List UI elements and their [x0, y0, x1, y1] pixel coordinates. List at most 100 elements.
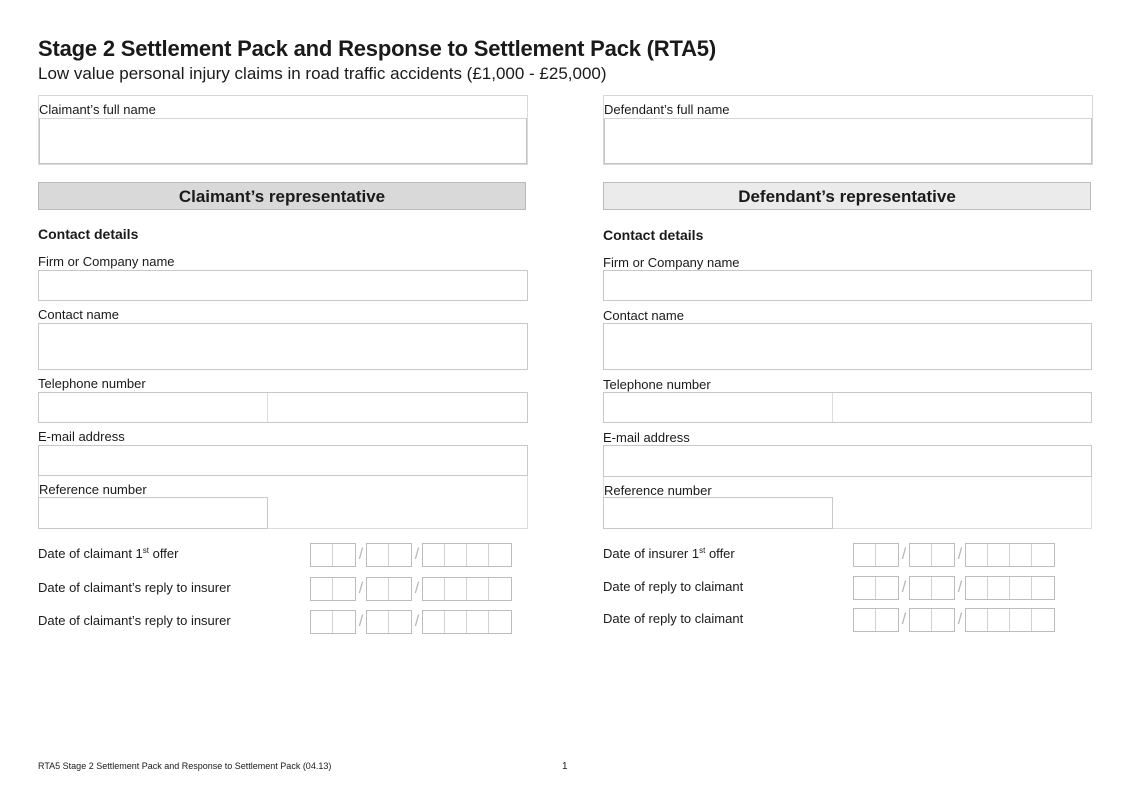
digit-box[interactable] — [311, 611, 333, 633]
digit-box[interactable] — [988, 609, 1010, 631]
digit-box[interactable] — [389, 578, 411, 600]
defendant-firm-input[interactable] — [603, 270, 1092, 301]
month-field[interactable] — [366, 610, 412, 634]
claimant-email-input[interactable] — [38, 445, 528, 476]
digit-box[interactable] — [966, 544, 988, 566]
digit-box[interactable] — [932, 577, 954, 599]
digit-box[interactable] — [311, 544, 333, 566]
defendant-email-input[interactable] — [603, 445, 1092, 477]
month-field[interactable] — [909, 608, 955, 632]
digit-box[interactable] — [932, 544, 954, 566]
defendant-contact-name-input[interactable] — [603, 323, 1092, 370]
claimant-date-label: Date of claimant 1st offer — [38, 546, 178, 561]
digit-box[interactable] — [389, 611, 411, 633]
digit-box[interactable] — [445, 578, 467, 600]
day-field[interactable] — [853, 543, 899, 567]
digit-box[interactable] — [876, 609, 898, 631]
claimant-full-name-label: Claimant’s full name — [39, 102, 156, 117]
digit-box[interactable] — [467, 611, 489, 633]
digit-box[interactable] — [966, 577, 988, 599]
digit-box[interactable] — [367, 544, 389, 566]
digit-box[interactable] — [311, 578, 333, 600]
day-field[interactable] — [310, 577, 356, 601]
day-field[interactable] — [310, 610, 356, 634]
defendant-email-label: E-mail address — [603, 430, 690, 445]
digit-box[interactable] — [333, 544, 355, 566]
digit-box[interactable] — [445, 544, 467, 566]
digit-box[interactable] — [1010, 544, 1032, 566]
digit-box[interactable] — [966, 609, 988, 631]
digit-box[interactable] — [1032, 544, 1054, 566]
digit-box[interactable] — [467, 578, 489, 600]
month-field[interactable] — [909, 576, 955, 600]
date-label-suffix: offer — [149, 546, 179, 561]
claimant-reference-section: Reference number — [38, 476, 528, 529]
claimant-firm-input[interactable] — [38, 270, 528, 301]
year-field[interactable] — [965, 576, 1055, 600]
digit-box[interactable] — [423, 578, 445, 600]
date-separator: / — [901, 611, 907, 628]
digit-box[interactable] — [876, 544, 898, 566]
defendant-reference-section: Reference number — [603, 477, 1092, 529]
claimant-reference-input[interactable] — [38, 497, 268, 529]
digit-box[interactable] — [423, 611, 445, 633]
digit-box[interactable] — [932, 609, 954, 631]
digit-box[interactable] — [389, 544, 411, 566]
day-field[interactable] — [853, 608, 899, 632]
date-input: / / — [310, 543, 512, 567]
month-field[interactable] — [366, 543, 412, 567]
digit-box[interactable] — [1010, 609, 1032, 631]
digit-box[interactable] — [423, 544, 445, 566]
digit-box[interactable] — [367, 578, 389, 600]
digit-box[interactable] — [910, 609, 932, 631]
date-separator: / — [901, 546, 907, 563]
claimant-telephone-input[interactable] — [38, 392, 528, 423]
claimant-reference-label: Reference number — [39, 482, 147, 497]
day-field[interactable] — [853, 576, 899, 600]
defendant-full-name-section: Defendant’s full name — [603, 95, 1093, 165]
month-field[interactable] — [366, 577, 412, 601]
defendant-reference-label: Reference number — [604, 483, 712, 498]
digit-box[interactable] — [489, 611, 511, 633]
year-field[interactable] — [422, 577, 512, 601]
digit-box[interactable] — [988, 544, 1010, 566]
date-input: / / — [853, 543, 1055, 567]
digit-box[interactable] — [333, 578, 355, 600]
defendant-firm-label: Firm or Company name — [603, 255, 740, 270]
digit-box[interactable] — [910, 577, 932, 599]
claimant-firm-label: Firm or Company name — [38, 254, 175, 269]
claimant-date-row: Date of claimant’s reply to insurer / / — [38, 577, 528, 601]
digit-box[interactable] — [1010, 577, 1032, 599]
claimant-full-name-input[interactable] — [39, 118, 527, 164]
year-field[interactable] — [965, 608, 1055, 632]
digit-box[interactable] — [910, 544, 932, 566]
digit-box[interactable] — [445, 611, 467, 633]
day-field[interactable] — [310, 543, 356, 567]
digit-box[interactable] — [467, 544, 489, 566]
year-field[interactable] — [422, 610, 512, 634]
digit-box[interactable] — [489, 578, 511, 600]
digit-box[interactable] — [333, 611, 355, 633]
date-label-text: Date of insurer 1 — [603, 546, 700, 561]
year-field[interactable] — [965, 543, 1055, 567]
month-field[interactable] — [909, 543, 955, 567]
digit-box[interactable] — [854, 544, 876, 566]
digit-box[interactable] — [876, 577, 898, 599]
digit-box[interactable] — [854, 609, 876, 631]
defendant-full-name-input[interactable] — [604, 118, 1092, 164]
date-separator: / — [957, 579, 963, 596]
digit-box[interactable] — [1032, 577, 1054, 599]
defendant-date-row: Date of reply to claimant / / — [603, 576, 1093, 600]
digit-box[interactable] — [1032, 609, 1054, 631]
digit-box[interactable] — [854, 577, 876, 599]
digit-box[interactable] — [489, 544, 511, 566]
date-label-text: Date of claimant’s reply to insurer — [38, 613, 231, 628]
defendant-reference-input[interactable] — [603, 497, 833, 529]
date-label-text: Date of claimant’s reply to insurer — [38, 580, 231, 595]
digit-box[interactable] — [988, 577, 1010, 599]
defendant-telephone-input[interactable] — [603, 392, 1092, 423]
defendant-representative-header: Defendant’s representative — [603, 182, 1091, 210]
claimant-contact-name-input[interactable] — [38, 323, 528, 370]
year-field[interactable] — [422, 543, 512, 567]
digit-box[interactable] — [367, 611, 389, 633]
